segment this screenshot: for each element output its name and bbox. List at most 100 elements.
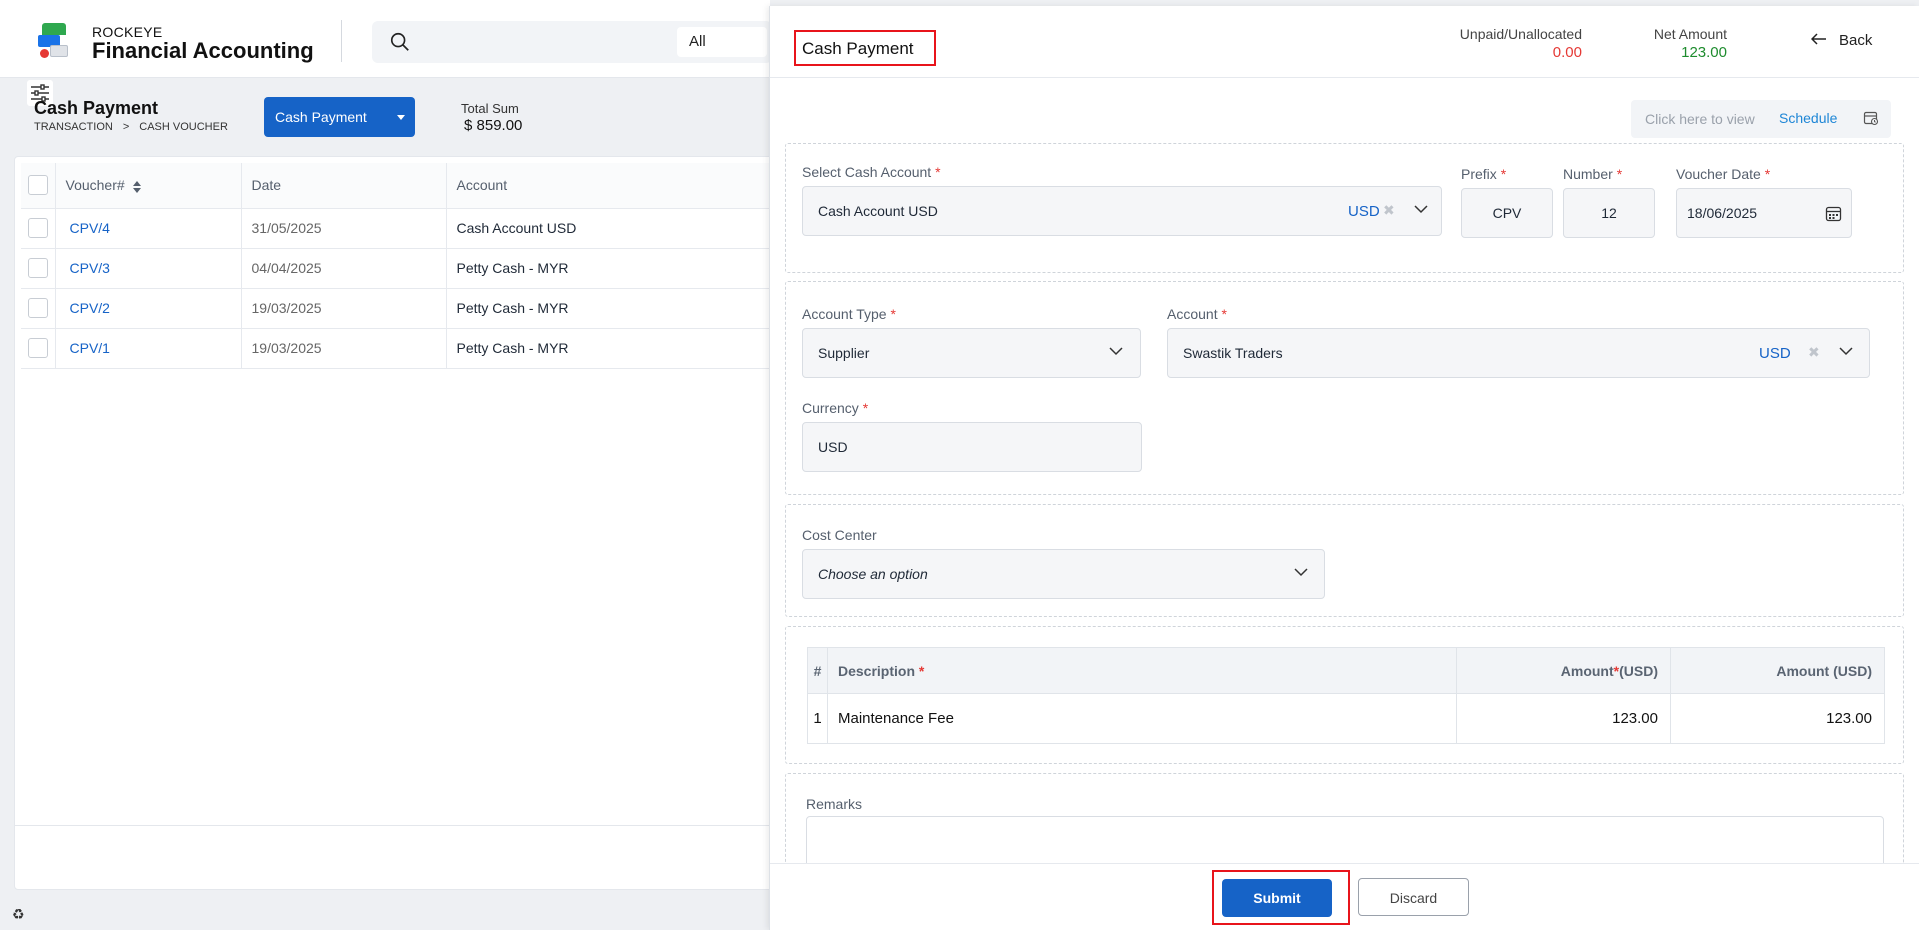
- sort-icon[interactable]: [132, 180, 141, 193]
- voucher-date-label: Voucher Date *: [1676, 166, 1771, 182]
- unpaid-value: 0.00: [1552, 44, 1582, 61]
- row-checkbox[interactable]: [27, 258, 48, 278]
- voucher-date-field[interactable]: 18/06/2025: [1676, 188, 1852, 238]
- cost-center-select[interactable]: Choose an option: [802, 549, 1325, 599]
- number-field[interactable]: 12: [1563, 188, 1655, 238]
- line-items-header: # Description * Amount*(USD) Amount (USD…: [807, 647, 1885, 694]
- chevron-down-icon[interactable]: [1838, 343, 1854, 359]
- table-row[interactable]: CPV/1 19/03/2025 Petty Cash - MYR: [21, 328, 801, 369]
- remarks-label: Remarks: [806, 796, 863, 812]
- prefix-value: CPV: [1492, 205, 1522, 221]
- drawer-body: Click here to view Schedule Select Cash …: [770, 78, 1919, 863]
- column-header-account[interactable]: Account: [446, 163, 801, 209]
- clear-icon[interactable]: ✖: [1383, 202, 1395, 219]
- brand-product: Financial Accounting: [92, 38, 314, 63]
- remarks-section: Remarks: [785, 773, 1904, 863]
- caret-down-icon[interactable]: [397, 115, 405, 120]
- voucher-link[interactable]: CPV/2: [55, 288, 242, 329]
- arrow-left-icon: [1811, 33, 1826, 45]
- select-all-checkbox[interactable]: [27, 175, 48, 196]
- row-checkbox[interactable]: [27, 338, 48, 358]
- row-checkbox[interactable]: [27, 218, 48, 238]
- line-items-table: # Description * Amount*(USD) Amount (USD…: [807, 647, 1885, 744]
- table-row[interactable]: 1 Maintenance Fee 123.00 123.00: [807, 693, 1885, 744]
- cash-payment-drawer: Cash Payment Unpaid/Unallocated 0.00 Net…: [769, 6, 1919, 930]
- schedule-hint: Click here to view: [1645, 111, 1755, 127]
- drawer-footer: Submit Discard: [770, 863, 1919, 930]
- account-select[interactable]: Swastik Traders USD ✖: [1167, 328, 1870, 378]
- row-checkbox[interactable]: [27, 298, 48, 318]
- new-cash-payment-button[interactable]: Cash Payment: [264, 97, 415, 137]
- party-section: Account Type * Supplier Account * Swasti…: [785, 281, 1904, 495]
- page-title: Cash Payment: [34, 98, 159, 118]
- row-select-cell: [21, 208, 56, 249]
- drawer-title-highlight: Cash Payment: [794, 30, 936, 66]
- line-amount-doc[interactable]: 123.00: [1456, 693, 1671, 744]
- voucher-link[interactable]: CPV/4: [55, 208, 242, 249]
- cash-account-select[interactable]: Cash Account USD USD ✖: [802, 186, 1442, 236]
- voucher-date-value: 18/06/2025: [1687, 205, 1758, 221]
- remarks-input[interactable]: [806, 816, 1884, 863]
- search-icon[interactable]: [389, 31, 411, 53]
- submit-button[interactable]: Submit: [1222, 879, 1332, 917]
- chevron-down-icon[interactable]: [1108, 343, 1124, 359]
- column-header-number: #: [807, 647, 828, 694]
- discard-button[interactable]: Discard: [1358, 878, 1469, 916]
- app-logo-icon: [38, 23, 68, 59]
- calendar-clock-icon[interactable]: [1863, 110, 1879, 126]
- cost-center-section: Cost Center Choose an option: [785, 504, 1904, 617]
- voucher-account: Petty Cash - MYR: [446, 328, 801, 369]
- back-label: Back: [1839, 32, 1873, 49]
- cash-account-currency: USD: [1348, 203, 1380, 220]
- voucher-table: Voucher# Date Account CPV/4 31/05/2025 C…: [21, 163, 801, 369]
- voucher-header-section: Select Cash Account * Cash Account USD U…: [785, 143, 1904, 273]
- voucher-link[interactable]: CPV/3: [55, 248, 242, 289]
- chevron-down-icon[interactable]: [1293, 564, 1309, 580]
- chevron-down-icon[interactable]: [1413, 201, 1429, 217]
- schedule-link[interactable]: Schedule: [1779, 110, 1837, 126]
- net-amount-value: 123.00: [1681, 44, 1727, 61]
- table-row[interactable]: CPV/2 19/03/2025 Petty Cash - MYR: [21, 288, 801, 329]
- cost-center-placeholder: Choose an option: [818, 566, 928, 582]
- voucher-date: 04/04/2025: [241, 248, 447, 289]
- column-header-voucher[interactable]: Voucher#: [55, 163, 242, 209]
- line-number: 1: [807, 693, 828, 744]
- table-row[interactable]: CPV/3 04/04/2025 Petty Cash - MYR: [21, 248, 801, 289]
- calendar-icon[interactable]: [1825, 205, 1842, 222]
- voucher-account: Petty Cash - MYR: [446, 248, 801, 289]
- recycle-icon[interactable]: ♻: [12, 906, 25, 923]
- voucher-account: Petty Cash - MYR: [446, 288, 801, 329]
- line-items-section: # Description * Amount*(USD) Amount (USD…: [785, 626, 1904, 764]
- submit-highlight: Submit: [1212, 870, 1350, 925]
- currency-field[interactable]: USD: [802, 422, 1142, 472]
- clear-icon[interactable]: ✖: [1808, 344, 1820, 361]
- cash-account-label: Select Cash Account *: [802, 164, 941, 180]
- prefix-label: Prefix *: [1461, 166, 1507, 182]
- total-sum-label: Total Sum: [461, 101, 519, 116]
- row-select-cell: [21, 248, 56, 289]
- line-amount-base: 123.00: [1670, 693, 1885, 744]
- voucher-date: 19/03/2025: [241, 288, 447, 329]
- breadcrumb-item[interactable]: CASH VOUCHER: [139, 121, 228, 133]
- number-value: 12: [1601, 205, 1617, 221]
- table-row[interactable]: CPV/4 31/05/2025 Cash Account USD: [21, 208, 801, 249]
- voucher-link[interactable]: CPV/1: [55, 328, 242, 369]
- prefix-field[interactable]: CPV: [1461, 188, 1553, 238]
- column-header-amount-doc: Amount*(USD): [1456, 647, 1671, 694]
- row-select-cell: [21, 288, 56, 329]
- global-search[interactable]: All: [372, 21, 772, 63]
- breadcrumb-separator: >: [122, 121, 130, 133]
- account-currency: USD: [1759, 345, 1791, 362]
- column-header-date[interactable]: Date: [241, 163, 447, 209]
- column-header-label: Voucher#: [65, 177, 125, 194]
- account-type-label: Account Type *: [802, 306, 896, 322]
- account-type-select[interactable]: Supplier: [802, 328, 1141, 378]
- line-description[interactable]: Maintenance Fee: [827, 693, 1457, 744]
- drawer-header: Cash Payment Unpaid/Unallocated 0.00 Net…: [770, 6, 1919, 78]
- list-footer-divider: [15, 825, 773, 826]
- breadcrumb-item[interactable]: TRANSACTION: [34, 121, 113, 133]
- schedule-bar[interactable]: Click here to view Schedule: [1631, 100, 1891, 138]
- search-scope-select[interactable]: All: [677, 27, 767, 57]
- back-button[interactable]: Back: [1811, 32, 1872, 49]
- header-divider: [341, 20, 342, 62]
